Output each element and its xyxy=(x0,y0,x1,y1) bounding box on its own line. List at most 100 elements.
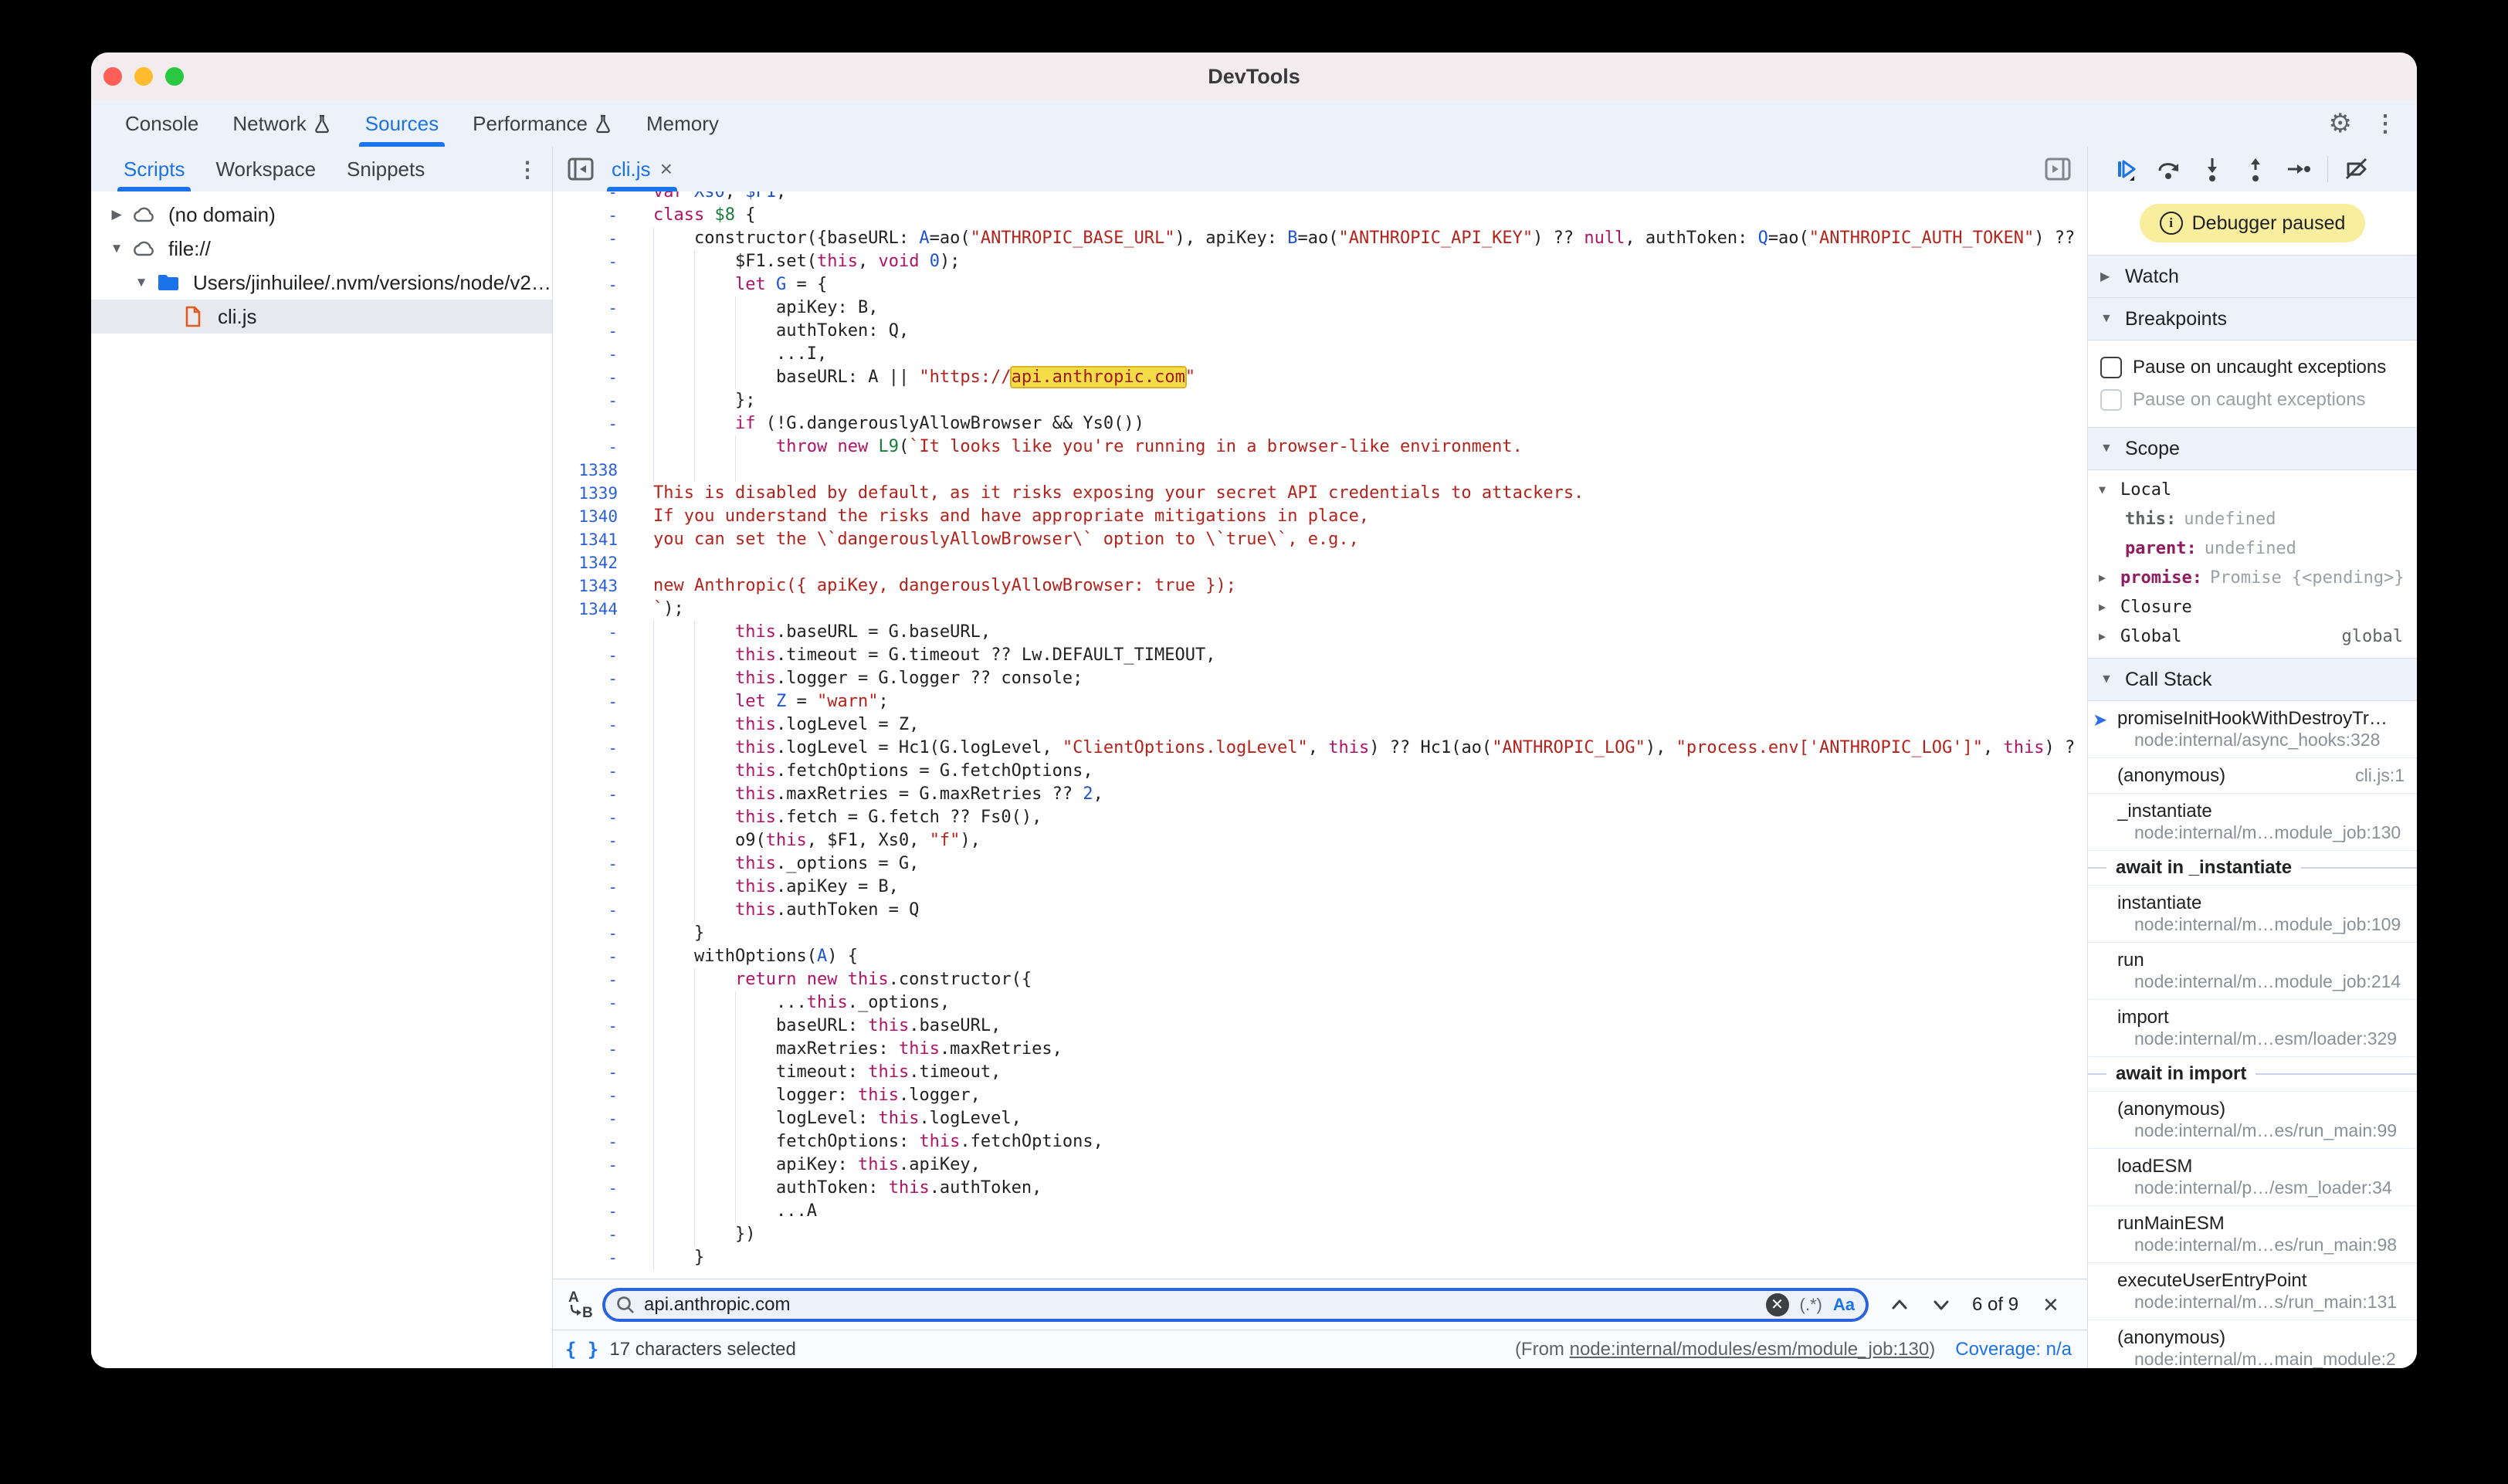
call-stack-frame[interactable]: runnode:internal/m…module_job:214 xyxy=(2088,943,2417,1000)
line-content[interactable]: this.logLevel = Hc1(G.logLevel, "ClientO… xyxy=(632,737,2087,760)
tree-item--no-domain-[interactable]: ▶(no domain) xyxy=(91,198,552,232)
scope-row-Local[interactable]: ▼Local xyxy=(2088,475,2417,504)
line-gutter[interactable]: - xyxy=(553,829,632,852)
line-gutter[interactable]: - xyxy=(553,1177,632,1200)
line-gutter[interactable]: 1340 xyxy=(553,505,632,528)
line-gutter[interactable]: - xyxy=(553,1061,632,1084)
line-content[interactable]: `); xyxy=(632,598,2087,621)
section-breakpoints[interactable]: ▼Breakpoints xyxy=(2088,298,2417,341)
line-gutter[interactable]: - xyxy=(553,621,632,644)
chevron-down-icon[interactable]: ▼ xyxy=(130,275,153,290)
chevron-right-icon[interactable]: ▶ xyxy=(2099,629,2120,643)
resume-script-button[interactable] xyxy=(2108,151,2144,187)
line-content[interactable]: this.timeout = G.timeout ?? Lw.DEFAULT_T… xyxy=(632,644,2087,667)
main-tab-network[interactable]: Network xyxy=(215,100,347,147)
line-gutter[interactable]: - xyxy=(553,250,632,273)
line-gutter[interactable]: 1338 xyxy=(553,459,632,482)
line-gutter[interactable]: - xyxy=(553,1130,632,1154)
line-gutter[interactable]: - xyxy=(553,1200,632,1223)
line-content[interactable]: this.fetch = G.fetch ?? Fs0(), xyxy=(632,806,2087,829)
coverage-link[interactable]: Coverage: n/a xyxy=(1955,1339,2072,1360)
scope-row-Global[interactable]: ▶Globalglobal xyxy=(2088,622,2417,651)
scope-row-promise[interactable]: ▶promise:Promise {<pending>} xyxy=(2088,563,2417,592)
line-content[interactable]: logger: this.logger, xyxy=(632,1084,2087,1107)
tree-item-cli-js[interactable]: cli.js xyxy=(91,300,552,334)
line-gutter[interactable]: - xyxy=(553,1154,632,1177)
line-content[interactable]: authToken: this.authToken, xyxy=(632,1177,2087,1200)
call-stack-frame[interactable]: executeUserEntryPointnode:internal/m…s/r… xyxy=(2088,1263,2417,1320)
line-gutter[interactable]: - xyxy=(553,899,632,922)
step-button[interactable] xyxy=(2281,151,2317,187)
step-out-button[interactable] xyxy=(2238,151,2273,187)
line-content[interactable]: throw new L9(`It looks like you're runni… xyxy=(632,435,2087,459)
previous-result-icon[interactable] xyxy=(1889,1294,1910,1316)
main-tab-performance[interactable]: Performance xyxy=(456,100,629,147)
line-content[interactable]: maxRetries: this.maxRetries, xyxy=(632,1038,2087,1061)
chevron-down-icon[interactable]: ▼ xyxy=(2099,483,2120,496)
navigator-tab-snippets[interactable]: Snippets xyxy=(331,147,440,191)
regex-toggle[interactable]: (.*) xyxy=(1800,1295,1822,1315)
line-gutter[interactable]: - xyxy=(553,227,632,250)
line-content[interactable]: you can set the \`dangerouslyAllowBrowse… xyxy=(632,528,2087,551)
line-content[interactable]: ...this._options, xyxy=(632,991,2087,1015)
line-content[interactable]: $F1.set(this, void 0); xyxy=(632,250,2087,273)
line-content[interactable]: this.logLevel = Z, xyxy=(632,713,2087,737)
line-gutter[interactable]: - xyxy=(553,389,632,412)
close-search-icon[interactable]: × xyxy=(2043,1290,2059,1320)
deactivate-breakpoints-button[interactable] xyxy=(2339,151,2374,187)
line-gutter[interactable]: - xyxy=(553,435,632,459)
line-gutter[interactable]: 1339 xyxy=(553,482,632,505)
line-content[interactable]: baseURL: this.baseURL, xyxy=(632,1015,2087,1038)
line-gutter[interactable]: - xyxy=(553,191,632,204)
call-stack-frame[interactable]: runMainESMnode:internal/m…es/run_main:98 xyxy=(2088,1206,2417,1263)
chevron-right-icon[interactable]: ▶ xyxy=(105,207,128,222)
line-content[interactable]: } xyxy=(632,922,2087,945)
line-content[interactable]: new Anthropic({ apiKey, dangerouslyAllow… xyxy=(632,574,2087,598)
line-content[interactable]: timeout: this.timeout, xyxy=(632,1061,2087,1084)
line-gutter[interactable]: - xyxy=(553,690,632,713)
navigator-tab-workspace[interactable]: Workspace xyxy=(200,147,331,191)
replace-toggle-icon[interactable]: AB xyxy=(564,1288,595,1322)
call-stack-frame[interactable]: importnode:internal/m…esm/loader:329 xyxy=(2088,1000,2417,1057)
line-gutter[interactable]: - xyxy=(553,737,632,760)
line-content[interactable]: baseURL: A || "https://api.anthropic.com… xyxy=(632,366,2087,389)
line-gutter[interactable]: - xyxy=(553,366,632,389)
line-content[interactable]: if (!G.dangerouslyAllowBrowser && Ys0()) xyxy=(632,412,2087,435)
checkbox[interactable] xyxy=(2100,357,2122,378)
section-call-stack[interactable]: ▼Call Stack xyxy=(2088,659,2417,701)
match-case-toggle[interactable]: Aa xyxy=(1833,1295,1855,1315)
line-content[interactable]: let Z = "warn"; xyxy=(632,690,2087,713)
code-editor[interactable]: -var Xs0, $F1;-class $8 {-constructor({b… xyxy=(553,191,2087,1279)
line-gutter[interactable]: 1343 xyxy=(553,574,632,598)
line-content[interactable]: If you understand the risks and have app… xyxy=(632,505,2087,528)
line-content[interactable]: this.baseURL = G.baseURL, xyxy=(632,621,2087,644)
call-stack-frame[interactable]: instantiatenode:internal/m…module_job:10… xyxy=(2088,886,2417,943)
line-gutter[interactable]: - xyxy=(553,667,632,690)
step-over-button[interactable] xyxy=(2151,151,2187,187)
line-content[interactable]: logLevel: this.logLevel, xyxy=(632,1107,2087,1130)
navigator-tab-scripts[interactable]: Scripts xyxy=(108,147,200,191)
line-content[interactable]: this.fetchOptions = G.fetchOptions, xyxy=(632,760,2087,783)
main-tab-console[interactable]: Console xyxy=(108,100,215,147)
line-gutter[interactable]: - xyxy=(553,1038,632,1061)
chevron-down-icon[interactable]: ▼ xyxy=(105,241,128,256)
line-gutter[interactable]: - xyxy=(553,991,632,1015)
line-content[interactable]: This is disabled by default, as it risks… xyxy=(632,482,2087,505)
line-content[interactable]: this._options = G, xyxy=(632,852,2087,876)
line-content[interactable]: fetchOptions: this.fetchOptions, xyxy=(632,1130,2087,1154)
line-gutter[interactable]: - xyxy=(553,343,632,366)
line-gutter[interactable]: - xyxy=(553,644,632,667)
step-into-button[interactable] xyxy=(2194,151,2230,187)
source-mapping-link[interactable]: node:internal/modules/esm/module_job:130 xyxy=(1570,1339,1930,1360)
line-gutter[interactable]: 1341 xyxy=(553,528,632,551)
scope-row-this[interactable]: this:undefined xyxy=(2088,504,2417,534)
line-gutter[interactable]: - xyxy=(553,922,632,945)
chevron-right-icon[interactable]: ▶ xyxy=(2099,571,2120,584)
line-content[interactable]: this.apiKey = B, xyxy=(632,876,2087,899)
line-gutter[interactable]: - xyxy=(553,1246,632,1269)
line-content[interactable]: } xyxy=(632,1246,2087,1269)
line-content[interactable]: authToken: Q, xyxy=(632,320,2087,343)
clear-search-icon[interactable]: ✕ xyxy=(1766,1293,1789,1316)
section-scope[interactable]: ▼Scope xyxy=(2088,428,2417,470)
line-gutter[interactable]: - xyxy=(553,1084,632,1107)
